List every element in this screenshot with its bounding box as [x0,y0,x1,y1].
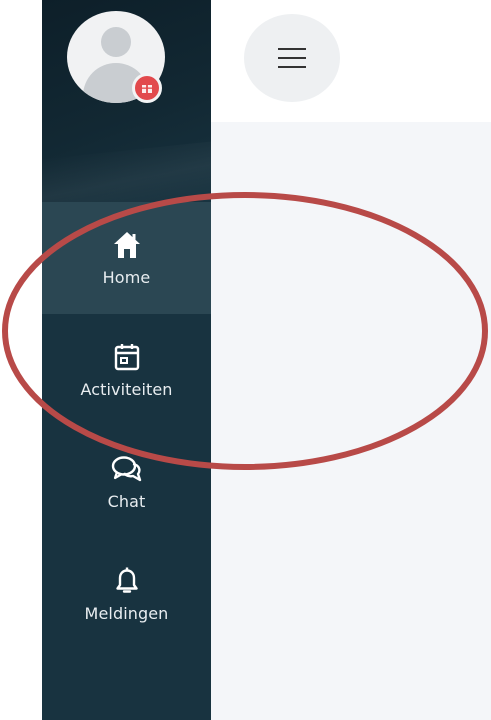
sidebar: Home Activiteiten Chat Meldingen [42,0,211,720]
sidebar-item-label: Home [102,268,151,287]
sidebar-item-chat[interactable]: Chat [42,426,211,538]
chat-icon [110,452,144,486]
sidebar-profile-area [42,0,211,205]
left-gutter [0,0,42,720]
gift-icon [142,84,152,93]
menu-button[interactable] [244,14,340,102]
sidebar-item-activiteiten[interactable]: Activiteiten [42,314,211,426]
calendar-icon [110,340,144,374]
sidebar-item-label: Meldingen [84,604,169,623]
app-window: Home Activiteiten Chat Meldingen [0,0,491,720]
bell-icon [110,564,144,598]
top-bar [211,0,491,122]
avatar-head [101,27,131,57]
sidebar-item-label: Activiteiten [80,380,173,399]
sidebar-item-label: Chat [107,492,146,511]
sidebar-item-home[interactable]: Home [42,202,211,314]
hamburger-menu-icon [278,48,306,68]
main-content [211,122,491,720]
sidebar-item-meldingen[interactable]: Meldingen [42,538,211,650]
sidebar-nav: Home Activiteiten Chat Meldingen [42,202,211,650]
gift-badge-icon [132,73,162,103]
home-icon [110,228,144,262]
